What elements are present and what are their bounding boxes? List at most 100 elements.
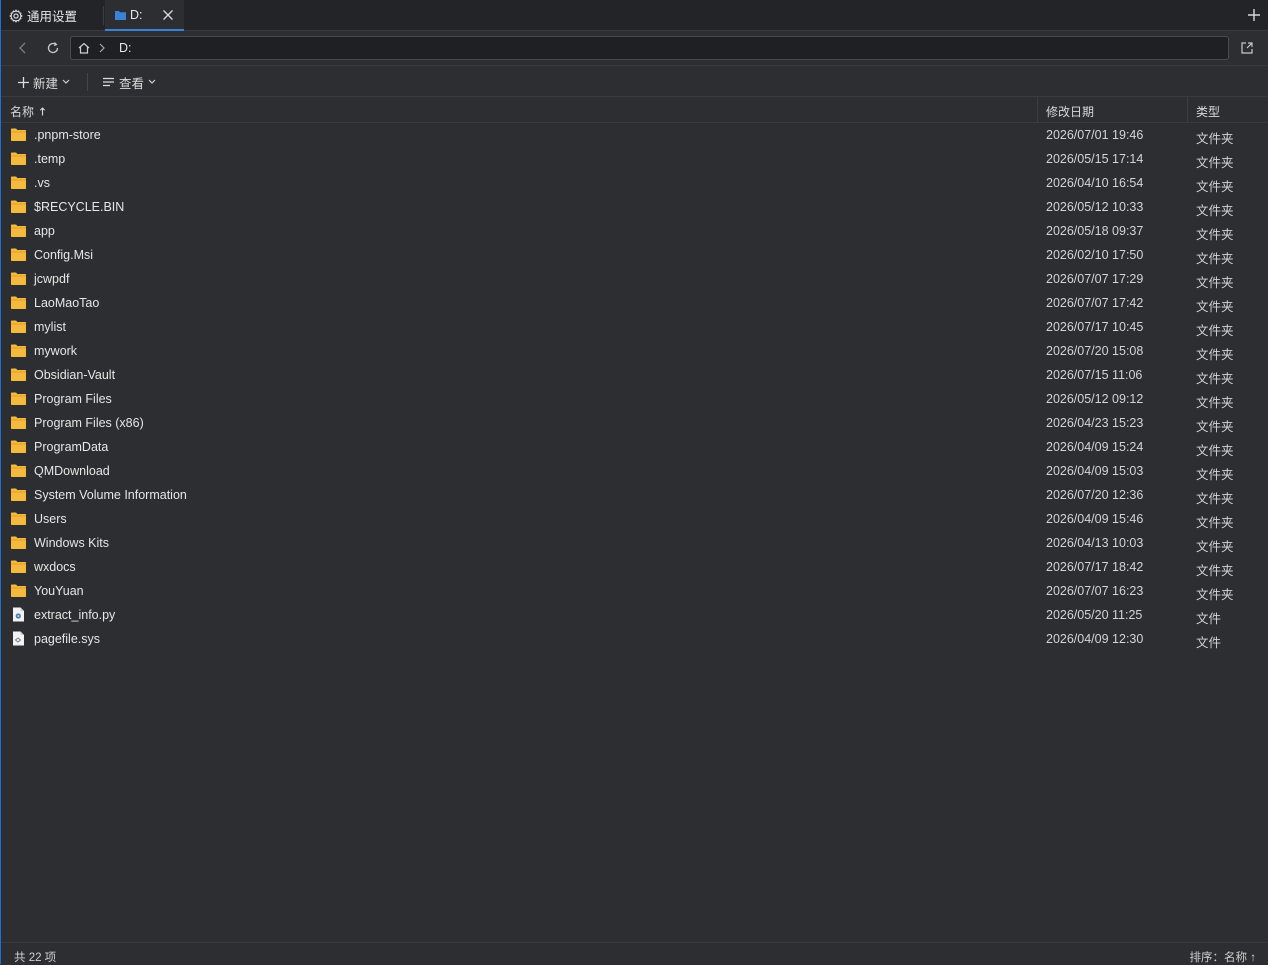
file-modified-date: 2026/05/20 11:25	[1046, 608, 1143, 622]
folder-icon	[11, 296, 26, 309]
folder-icon	[11, 584, 26, 597]
column-header-row: 名称 修改日期 类型	[1, 97, 1268, 123]
open-external-icon[interactable]	[1239, 40, 1255, 56]
file-modified-date: 2026/04/23 15:23	[1046, 416, 1144, 430]
file-type: 文件夹	[1196, 276, 1234, 290]
file-type: 文件夹	[1196, 420, 1234, 434]
file-row[interactable]: YouYuan 2026/07/07 16:23 文件夹	[1, 579, 1268, 603]
close-icon[interactable]	[160, 7, 176, 23]
file-name: .pnpm-store	[34, 128, 101, 142]
file-row[interactable]: ProgramData 2026/04/09 15:24 文件夹	[1, 435, 1268, 459]
file-type: 文件夹	[1196, 564, 1234, 578]
file-row[interactable]: Users 2026/04/09 15:46 文件夹	[1, 507, 1268, 531]
home-icon[interactable]	[77, 41, 91, 55]
file-name: LaoMaoTao	[34, 296, 100, 310]
file-row[interactable]: mywork 2026/07/20 15:08 文件夹	[1, 339, 1268, 363]
file-type: 文件夹	[1196, 492, 1234, 506]
file-row[interactable]: pagefile.sys 2026/04/09 12:30 文件	[1, 627, 1268, 651]
folder-icon	[11, 488, 26, 501]
file-type: 文件夹	[1196, 396, 1234, 410]
plus-icon[interactable]	[1245, 6, 1263, 24]
file-name: Windows Kits	[34, 536, 110, 550]
file-row[interactable]: .vs 2026/04/10 16:54 文件夹	[1, 171, 1268, 195]
refresh-icon[interactable]	[45, 40, 61, 56]
file-name: .temp	[34, 152, 66, 166]
python-file-icon	[13, 607, 24, 622]
file-name: jcwpdf	[34, 272, 70, 286]
file-row[interactable]: jcwpdf 2026/07/07 17:29 文件夹	[1, 267, 1268, 291]
file-row[interactable]: $RECYCLE.BIN 2026/05/12 10:33 文件夹	[1, 195, 1268, 219]
file-modified-date: 2026/07/20 12:36	[1046, 488, 1144, 502]
file-row[interactable]: .temp 2026/05/15 17:14 文件夹	[1, 147, 1268, 171]
file-type: 文件夹	[1196, 156, 1234, 170]
file-modified-date: 2026/05/12 09:12	[1046, 392, 1144, 406]
file-type: 文件夹	[1196, 324, 1234, 338]
file-modified-date: 2026/04/09 12:30	[1046, 632, 1144, 646]
file-modified-date: 2026/02/10 17:50	[1046, 248, 1144, 262]
file-name: Program Files	[34, 392, 112, 406]
back-arrow-icon[interactable]	[15, 40, 31, 56]
column-header-name-label: 名称	[10, 105, 35, 119]
file-modified-date: 2026/07/07 17:29	[1046, 272, 1144, 286]
file-row[interactable]: LaoMaoTao 2026/07/07 17:42 文件夹	[1, 291, 1268, 315]
new-button[interactable]: 新建	[17, 73, 70, 91]
address-path[interactable]: D:	[119, 41, 132, 55]
file-modified-date: 2026/05/15 17:14	[1046, 152, 1144, 166]
file-row[interactable]: .pnpm-store 2026/07/01 19:46 文件夹	[1, 123, 1268, 147]
view-button[interactable]: 查看	[102, 73, 156, 91]
folder-icon	[11, 272, 26, 285]
file-row[interactable]: mylist 2026/07/17 10:45 文件夹	[1, 315, 1268, 339]
address-bar[interactable]: D:	[70, 36, 1229, 60]
tab-bar: 通用设置 D:	[1, 0, 1268, 31]
file-name: $RECYCLE.BIN	[34, 200, 125, 214]
file-name: extract_info.py	[34, 608, 116, 622]
chevron-down-icon	[62, 79, 70, 84]
file-modified-date: 2026/05/12 10:33	[1046, 200, 1144, 214]
item-count: 共 22 项	[14, 952, 57, 964]
file-row[interactable]: Program Files (x86) 2026/04/23 15:23 文件夹	[1, 411, 1268, 435]
chevron-right-icon	[99, 43, 105, 53]
column-header-modified[interactable]: 修改日期	[1046, 103, 1094, 120]
file-modified-date: 2026/07/01 19:46	[1046, 128, 1144, 142]
file-name: System Volume Information	[34, 488, 187, 502]
file-row[interactable]: QMDownload 2026/04/09 15:03 文件夹	[1, 459, 1268, 483]
file-modified-date: 2026/07/07 16:23	[1046, 584, 1144, 598]
folder-icon	[11, 560, 26, 573]
file-name: .vs	[34, 176, 50, 190]
folder-icon	[11, 368, 26, 381]
column-header-name[interactable]: 名称	[10, 103, 46, 120]
file-row[interactable]: System Volume Information 2026/07/20 12:3…	[1, 483, 1268, 507]
file-type: 文件夹	[1196, 132, 1234, 146]
file-name: pagefile.sys	[34, 632, 101, 646]
file-row[interactable]: Config.Msi 2026/02/10 17:50 文件夹	[1, 243, 1268, 267]
folder-icon	[11, 440, 26, 453]
file-row[interactable]: Windows Kits 2026/04/13 10:03 文件夹	[1, 531, 1268, 555]
file-modified-date: 2026/04/09 15:03	[1046, 464, 1144, 478]
file-row[interactable]: app 2026/05/18 09:37 文件夹	[1, 219, 1268, 243]
tab-settings-label: 通用设置	[27, 10, 78, 24]
folder-icon	[11, 392, 26, 405]
file-row[interactable]: Program Files 2026/05/12 09:12 文件夹	[1, 387, 1268, 411]
tab-drive-d[interactable]: D:	[105, 0, 184, 31]
file-modified-date: 2026/07/20 15:08	[1046, 344, 1144, 358]
file-modified-date: 2026/07/07 17:42	[1046, 296, 1144, 310]
file-row[interactable]: wxdocs 2026/07/17 18:42 文件夹	[1, 555, 1268, 579]
file-modified-date: 2026/07/17 10:45	[1046, 320, 1144, 334]
sort-indicator[interactable]: 排序：名称 ↑	[1190, 949, 1256, 965]
file-name: mywork	[34, 344, 78, 358]
app-window: 通用设置 D: D: 新建 查看 名称 修改日期 类型 .pnpm-store …	[0, 0, 1268, 964]
tab-settings[interactable]: 通用设置	[1, 0, 103, 31]
file-type: 文件夹	[1196, 204, 1234, 218]
file-type: 文件夹	[1196, 468, 1234, 482]
file-row[interactable]: Obsidian-Vault 2026/07/15 11:06 文件夹	[1, 363, 1268, 387]
file-modified-date: 2026/04/10 16:54	[1046, 176, 1144, 190]
column-resize-handle[interactable]	[1187, 97, 1188, 123]
column-resize-handle[interactable]	[1037, 97, 1038, 123]
file-row[interactable]: extract_info.py 2026/05/20 11:25 文件	[1, 603, 1268, 627]
file-type: 文件夹	[1196, 348, 1234, 362]
tab-divider	[103, 6, 104, 25]
folder-icon	[11, 176, 26, 189]
plus-icon	[18, 76, 29, 88]
column-header-type-label: 类型	[1196, 105, 1221, 119]
column-header-type[interactable]: 类型	[1196, 103, 1220, 120]
